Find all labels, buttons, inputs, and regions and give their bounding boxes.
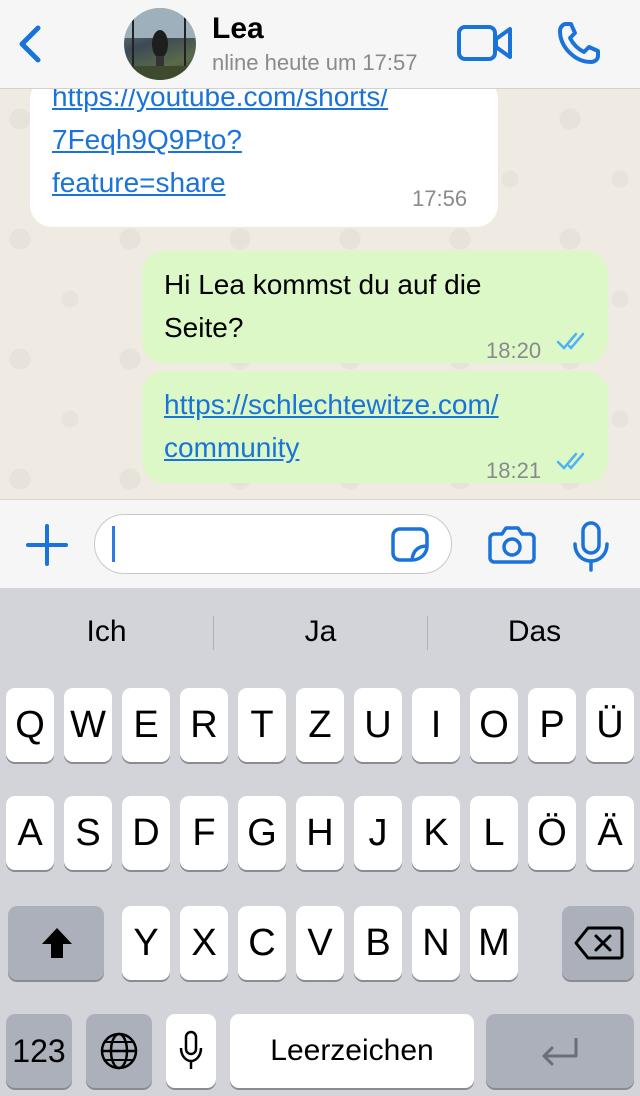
chat-messages[interactable]: https://youtube.com/shorts/ 7Feqh9Q9Pto?…: [0, 89, 640, 499]
message-link-line[interactable]: 7Feqh9Q9Pto?: [52, 118, 388, 161]
sticker-button[interactable]: [390, 526, 430, 562]
contact-name[interactable]: Lea: [212, 12, 264, 46]
suggestion-item[interactable]: Ich: [0, 606, 213, 658]
key-letter[interactable]: D: [122, 796, 170, 870]
camera-button[interactable]: [488, 522, 536, 566]
message-outgoing[interactable]: Hi Lea kommst du auf die Seite? 18:20: [142, 251, 608, 363]
message-text-line: Seite?: [164, 312, 244, 343]
attach-button[interactable]: [24, 522, 70, 568]
key-letter[interactable]: B: [354, 906, 402, 980]
shift-icon: [42, 928, 72, 958]
camera-icon: [488, 526, 536, 564]
sticker-icon: [391, 527, 429, 562]
suggestion-item[interactable]: Ja: [214, 606, 427, 658]
backspace-key[interactable]: [562, 906, 634, 980]
message-link-line[interactable]: https://youtube.com/shorts/: [52, 89, 388, 118]
key-letter[interactable]: K: [412, 796, 460, 870]
key-letter[interactable]: N: [412, 906, 460, 980]
key-letter[interactable]: Y: [122, 906, 170, 980]
video-call-button[interactable]: [456, 22, 514, 64]
message-link-line[interactable]: https://schlechtewitze.com/: [164, 383, 499, 426]
message-time: 17:56: [412, 186, 468, 211]
back-chevron-icon: [19, 25, 41, 63]
key-letter[interactable]: L: [470, 796, 518, 870]
key-letter[interactable]: V: [296, 906, 344, 980]
key-letter[interactable]: J: [354, 796, 402, 870]
video-call-icon: [457, 25, 512, 61]
back-button[interactable]: [10, 22, 50, 66]
message-time: 18:20: [486, 338, 542, 363]
dictation-key[interactable]: [166, 1014, 216, 1088]
key-letter[interactable]: U: [354, 688, 402, 762]
key-letter[interactable]: X: [180, 906, 228, 980]
numbers-key[interactable]: 123: [6, 1014, 72, 1088]
key-letter[interactable]: C: [238, 906, 286, 980]
key-letter[interactable]: W: [64, 688, 112, 762]
key-letter[interactable]: E: [122, 688, 170, 762]
avatar-image: [124, 8, 196, 80]
chat-header: Lea nline heute um 17:57: [0, 0, 640, 89]
message-link-line[interactable]: feature=share: [52, 161, 388, 204]
key-letter[interactable]: P: [528, 688, 576, 762]
key-letter[interactable]: I: [412, 688, 460, 762]
double-check-icon: [556, 452, 585, 470]
suggestion-item[interactable]: Das: [428, 606, 640, 658]
shift-key[interactable]: [8, 906, 104, 980]
key-letter[interactable]: R: [180, 688, 228, 762]
keyboard: Ich Ja Das QWERTZUIOPÜ ASDFGHJKLÖÄ YXCVB…: [0, 588, 640, 1096]
keyboard-mic-icon: [179, 1030, 203, 1069]
double-check-icon: [556, 332, 585, 350]
plus-icon: [26, 524, 68, 566]
message-link-line[interactable]: community: [164, 426, 499, 469]
message-composer: [0, 499, 640, 589]
key-letter[interactable]: H: [296, 796, 344, 870]
globe-key[interactable]: [86, 1014, 152, 1088]
key-letter[interactable]: Ö: [528, 796, 576, 870]
voice-message-button[interactable]: [570, 520, 612, 572]
contact-avatar[interactable]: [124, 8, 196, 80]
contact-status: nline heute um 17:57: [212, 50, 418, 75]
space-key[interactable]: Leerzeichen: [230, 1014, 474, 1088]
message-text-line: Hi Lea kommst du auf die: [164, 269, 482, 300]
backspace-icon: [574, 926, 624, 960]
key-letter[interactable]: M: [470, 906, 518, 980]
message-incoming[interactable]: https://youtube.com/shorts/ 7Feqh9Q9Pto?…: [30, 89, 498, 227]
key-letter[interactable]: Z: [296, 688, 344, 762]
key-letter[interactable]: Q: [6, 688, 54, 762]
key-letter[interactable]: A: [6, 796, 54, 870]
key-letter[interactable]: G: [238, 796, 286, 870]
microphone-icon: [573, 521, 609, 572]
key-letter[interactable]: S: [64, 796, 112, 870]
phone-icon: [558, 22, 600, 64]
key-letter[interactable]: O: [470, 688, 518, 762]
message-outgoing[interactable]: https://schlechtewitze.com/ community 18…: [142, 371, 608, 483]
key-letter[interactable]: Ü: [586, 688, 634, 762]
return-icon: [542, 1038, 578, 1066]
key-letter[interactable]: Ä: [586, 796, 634, 870]
message-time: 18:21: [486, 458, 542, 483]
globe-icon: [100, 1032, 138, 1070]
key-letter[interactable]: T: [238, 688, 286, 762]
key-letter[interactable]: F: [180, 796, 228, 870]
return-key[interactable]: [486, 1014, 634, 1088]
voice-call-button[interactable]: [556, 20, 604, 66]
